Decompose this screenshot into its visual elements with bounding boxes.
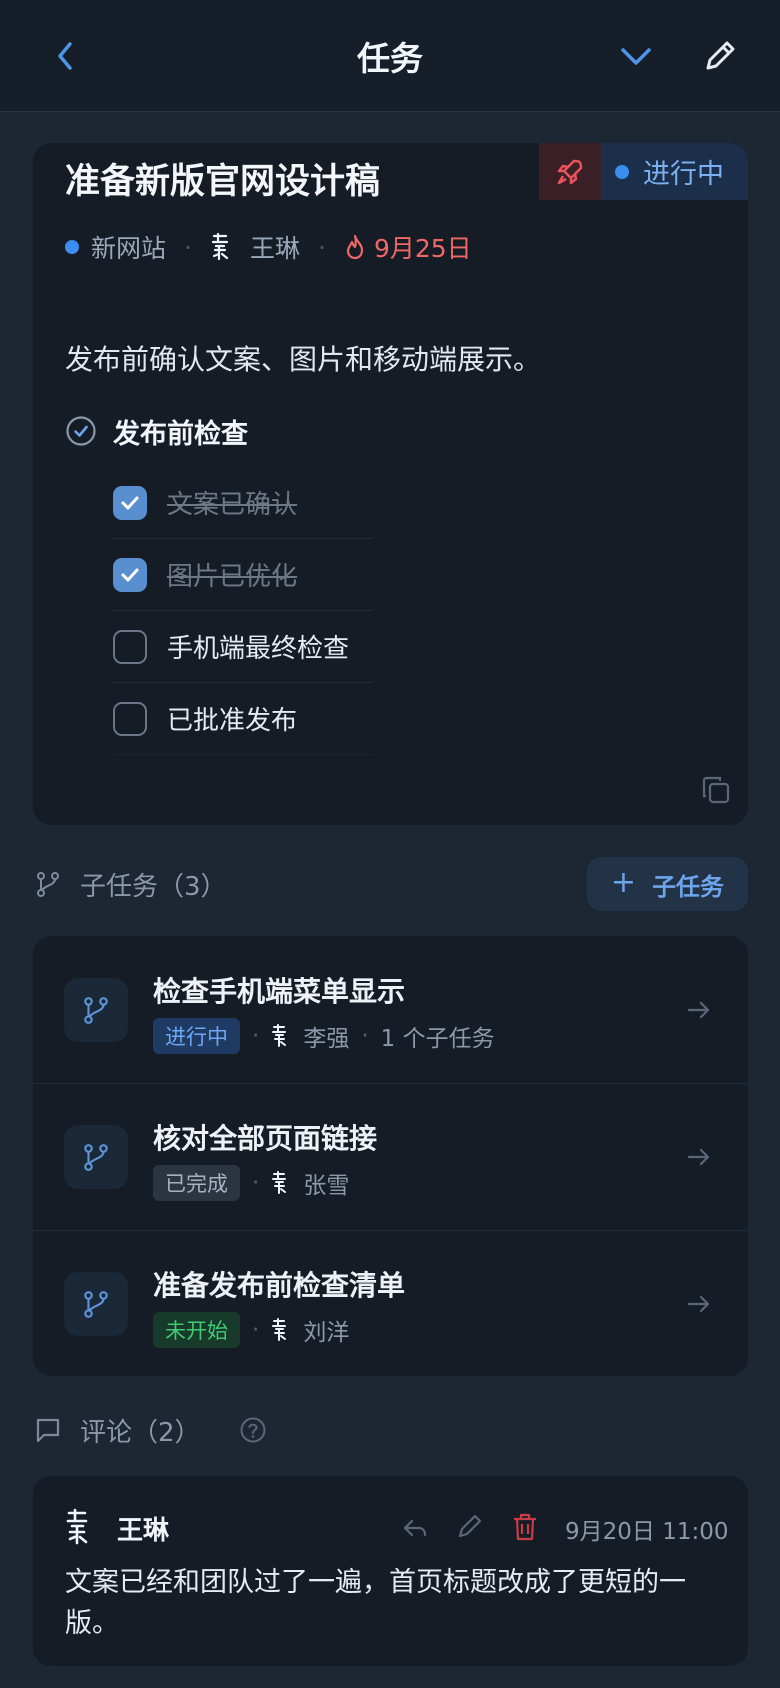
branch-icon [84,1291,108,1318]
status-dot-icon [615,164,629,179]
checkbox-unchecked[interactable] [113,701,147,736]
top-bar: 任务 [0,0,780,112]
comment-body: 文案已经和团队过了一遍，首页标题改成了更短的一版。 [65,1567,686,1639]
check-icon [121,568,139,581]
assignee-name[interactable]: 王琳 [250,229,300,265]
checklist-item-label: 手机端最终检查 [167,634,350,664]
comments-header: 评论（2） [34,1406,267,1454]
subtask-tile [64,978,128,1042]
subtask-assignee: 刘洋 [303,1320,350,1346]
checklist-item-label: 已批准发布 [167,706,298,736]
plus-icon: + [610,865,637,900]
subtask-status-badge: 进行中 [153,1018,240,1054]
subtasks-title: 子任务（3） [80,871,227,902]
checklist-item-label: 图片已优化 [167,562,298,592]
arrow-right-icon [687,1148,710,1166]
meta-separator: · [317,232,326,262]
subtask-row[interactable]: 准备发布前检查清单 未开始 · 刘洋 [33,1230,748,1376]
checklist-title: 发布前检查 [113,418,248,450]
avatar-icon [272,1024,287,1047]
checkbox-checked[interactable] [113,557,147,592]
subtask-status-badge: 未开始 [153,1312,240,1348]
reply-icon[interactable] [401,1514,429,1542]
comments-title: 评论（2） [80,1417,201,1448]
avatar-icon [66,1508,88,1545]
subtask-info: 已完成 · 张雪 [153,1165,349,1201]
divider [33,1230,748,1231]
checklist-item[interactable]: 手机端最终检查 [113,611,373,683]
subtask-info: 未开始 · 刘洋 [153,1312,349,1348]
comment-card: 王琳 9月20日 11:00 文案已经和团队过了一遍，首页标题改成了更短的一版。 [33,1476,748,1666]
branch-icon [37,872,59,897]
due-date[interactable]: 9月25日 [374,229,472,265]
checklist-item-label: 文案已确认 [167,490,298,520]
status-badge[interactable]: 进行中 [601,143,748,200]
subtask-name: 准备发布前检查清单 [153,1269,406,1302]
checklist-circle-check-icon [66,416,96,446]
task-meta: 新网站 · 王琳 · 9月25日 [65,227,472,267]
task-card: 准备新版官网设计稿 进行中 新网站 · 王琳 · 9月25日 发布前确认文案、图… [33,143,748,825]
subtasks-card: 检查手机端菜单显示 进行中 · 李强 · 1 个子任务 核对全部页面链接 已完成… [33,936,748,1376]
chevron-down-icon[interactable] [618,38,654,74]
checklist-item[interactable]: 文案已确认 [113,467,373,539]
check-icon [121,496,139,509]
subtask-row[interactable]: 检查手机端菜单显示 进行中 · 李强 · 1 个子任务 [33,936,748,1084]
subtask-row[interactable]: 核对全部页面链接 已完成 · 张雪 [33,1083,748,1231]
divider [33,1083,748,1084]
edit-pencil-icon[interactable] [700,36,740,76]
avatar-icon [272,1318,287,1341]
checkbox-checked[interactable] [113,485,147,520]
arrow-right-icon [687,1001,710,1019]
comment-author: 王琳 [117,1516,170,1546]
subtask-status-badge: 已完成 [153,1165,240,1201]
checklist-item[interactable]: 图片已优化 [113,539,373,611]
page-title: 任务 [357,39,423,78]
subtasks-header: 子任务（3） [34,860,227,908]
subtask-name: 核对全部页面链接 [153,1122,378,1155]
branch-icon [84,997,108,1024]
project-dot-icon [65,240,79,254]
subtask-assignee: 张雪 [303,1173,350,1199]
checkbox-unchecked[interactable] [113,629,147,664]
edit-pencil-icon[interactable] [456,1512,484,1540]
subtask-tile [64,1272,128,1336]
checklist-item[interactable]: 已批准发布 [113,683,373,755]
add-subtask-label: 子任务 [652,872,725,901]
checklist-header[interactable]: 发布前检查 [65,411,248,451]
avatar-icon [211,232,229,261]
subtask-children-count: 1 个子任务 [380,1026,495,1052]
subtask-tile [64,1125,128,1189]
status-label: 进行中 [643,159,724,190]
avatar-icon [272,1171,287,1194]
comment-bubble-icon [36,1418,60,1443]
priority-badge[interactable] [539,143,601,200]
help-circle-icon[interactable] [239,1416,267,1444]
subtask-name: 检查手机端菜单显示 [153,975,406,1008]
trash-icon[interactable] [511,1512,539,1542]
arrow-right-icon [687,1295,710,1313]
project-name[interactable]: 新网站 [91,229,166,265]
comment-timestamp: 9月20日 11:00 [565,1519,729,1545]
branch-icon [84,1144,108,1171]
task-title: 准备新版官网设计稿 [65,162,381,202]
add-subtask-button[interactable]: + 子任务 [587,857,748,911]
fire-icon [346,234,364,260]
meta-separator: · [184,232,192,262]
task-description: 发布前确认文案、图片和移动端展示。 [65,343,542,376]
subtask-info: 进行中 · 李强 · 1 个子任务 [153,1018,495,1054]
copy-icon[interactable] [701,775,731,805]
subtask-assignee: 李强 [303,1026,350,1052]
rocket-icon [557,159,583,184]
